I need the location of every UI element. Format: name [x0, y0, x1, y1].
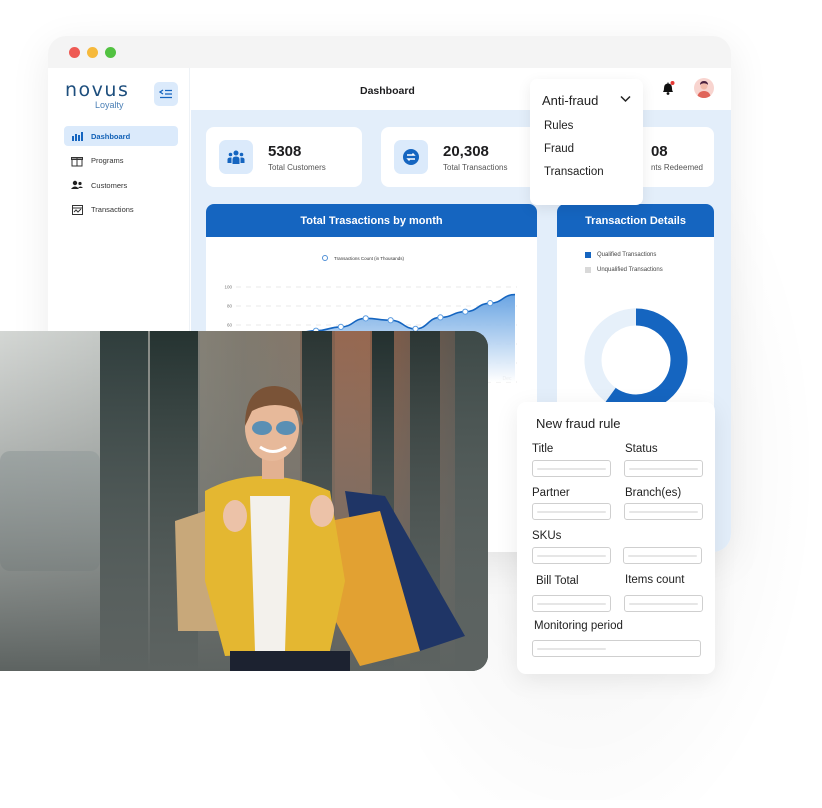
data-point [437, 314, 444, 321]
panel-header: Total Trasactions by month [206, 204, 537, 237]
data-point [462, 308, 469, 315]
logo: NOVUS Loyalty [65, 80, 129, 110]
page-title: Dashboard [360, 85, 415, 97]
donut-slice-unqualified [584, 308, 637, 402]
sidebar-nav: Dashboard Programs Customers Transaction… [64, 126, 178, 224]
users-icon [71, 179, 83, 191]
collapse-sidebar-button[interactable] [154, 82, 178, 106]
field-label-monitoring-period: Monitoring period [534, 620, 623, 632]
stat-value: 5308 [268, 142, 302, 160]
items-count-input[interactable] [624, 595, 703, 612]
monitoring-period-input[interactable] [532, 640, 701, 657]
stat-value: 20,308 [443, 142, 489, 160]
logo-main-text: NOVUS [65, 79, 130, 101]
field-label-partner: Partner [532, 487, 570, 499]
sidebar-item-customers[interactable]: Customers [64, 175, 178, 195]
stat-icon-box [219, 140, 253, 174]
donut-legend-item: Unqualified Transactions [585, 267, 663, 273]
partner-input[interactable] [532, 503, 611, 520]
sidebar-item-label: Transactions [91, 205, 134, 214]
sidebar-item-dashboard[interactable]: Dashboard [64, 126, 178, 146]
sidebar-item-label: Customers [91, 180, 128, 190]
panel-header: Transaction Details [557, 204, 714, 237]
new-fraud-rule-form: New fraud rule Title Status Partner Bran… [517, 402, 715, 674]
exchange-icon [403, 149, 419, 165]
data-point [387, 317, 394, 324]
field-label-skus: SKUs [532, 530, 562, 542]
collapse-menu-icon [159, 89, 172, 99]
maximize-window-button[interactable] [105, 47, 116, 58]
chevron-down-icon [620, 95, 631, 103]
donut-slice-qualified [602, 308, 688, 412]
field-label-branches: Branch(es) [625, 487, 682, 499]
branches-input[interactable] [624, 503, 703, 520]
bar-chart-icon [71, 130, 83, 142]
minimize-window-button[interactable] [87, 47, 98, 58]
legend-swatch [585, 252, 591, 258]
field-label-status: Status [625, 443, 658, 455]
data-point [362, 315, 369, 322]
y-tick-label: 80 [227, 304, 233, 309]
sidebar-item-transactions[interactable]: Transactions [64, 200, 178, 220]
field-label-title: Title [532, 443, 554, 455]
dropdown-label: Anti-fraud [542, 93, 599, 108]
data-point [487, 300, 494, 307]
sidebar-item-label: Dashboard [91, 131, 131, 141]
form-title: New fraud rule [536, 416, 621, 431]
stat-label: Total Transactions [443, 162, 508, 172]
sidebar-item-programs[interactable]: Programs [64, 151, 178, 171]
bill-total-input[interactable] [532, 595, 611, 612]
field-label-items-count: Items count [625, 574, 685, 586]
dropdown-item-transaction[interactable]: Transaction [544, 166, 604, 178]
users-icon [227, 150, 245, 164]
notifications-button[interactable] [660, 80, 676, 96]
stat-label: Total Customers [268, 162, 326, 172]
stat-card-transactions: 20,308 Total Transactions [381, 127, 541, 187]
skus-input[interactable] [532, 547, 611, 564]
stat-card-customers: 5308 Total Customers [206, 127, 362, 187]
stat-icon-box [394, 140, 428, 174]
stat-label: nts Redeemed [650, 162, 703, 172]
status-input[interactable] [624, 460, 703, 477]
user-avatar[interactable] [694, 78, 714, 98]
field-label-bill-total: Bill Total [536, 575, 579, 587]
legend-label: Unqualified Transactions [597, 267, 663, 273]
y-tick-label: 60 [227, 323, 233, 328]
close-window-button[interactable] [69, 47, 80, 58]
bell-icon [663, 81, 675, 95]
logo-sub-text: Loyalty [95, 100, 124, 110]
shopper-photo [0, 331, 488, 671]
anti-fraud-dropdown[interactable]: Anti-fraud Rules Fraud Transaction [530, 79, 643, 205]
top-bar: Dashboard [191, 68, 731, 110]
donut-legend-item: Qualified Transactions [585, 252, 656, 258]
skus-secondary-input[interactable] [623, 547, 702, 564]
title-input[interactable] [532, 460, 611, 477]
y-tick-label: 100 [224, 285, 232, 290]
data-point [337, 323, 344, 331]
sidebar-item-label: Programs [91, 156, 124, 165]
card-icon [71, 204, 83, 216]
window-titlebar [48, 36, 731, 68]
legend-swatch [585, 267, 591, 273]
dropdown-item-rules[interactable]: Rules [544, 120, 573, 132]
gift-icon [71, 155, 83, 167]
stat-value: 08 [650, 142, 668, 160]
legend-label: Qualified Transactions [597, 252, 657, 258]
dropdown-item-fraud[interactable]: Fraud [544, 143, 574, 155]
